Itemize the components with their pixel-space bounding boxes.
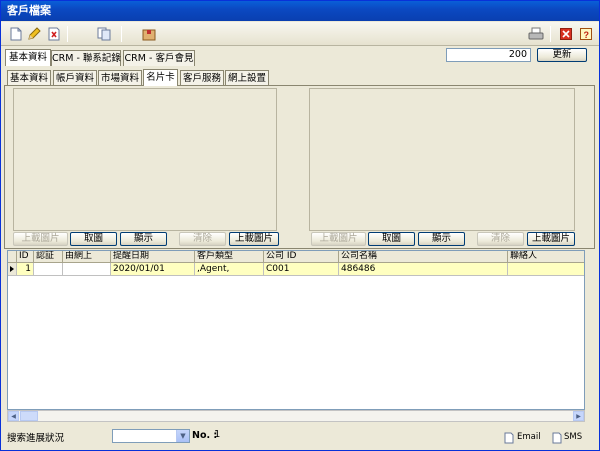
col-header-id[interactable]: ID xyxy=(17,251,34,263)
package-icon[interactable] xyxy=(140,25,158,43)
table-row-online[interactable] xyxy=(63,263,111,276)
search-progress-combo[interactable]: ▼ xyxy=(112,429,190,443)
upload-image-button-right[interactable]: 上載圖片 xyxy=(311,232,366,246)
row-selector-icon[interactable] xyxy=(8,263,17,276)
tab-crm-contact[interactable]: CRM - 聯系記錄 xyxy=(51,50,121,66)
tab-basic-info[interactable]: 基本資料 xyxy=(5,49,51,66)
clear-button-left[interactable]: 清除 xyxy=(179,232,226,246)
col-header-remind-date[interactable]: 提醒日期 xyxy=(111,251,195,263)
table-row-verified[interactable] xyxy=(34,263,63,276)
card-image-left xyxy=(13,88,277,231)
print-icon[interactable] xyxy=(527,25,545,43)
col-header-verified[interactable]: 認証 xyxy=(34,251,63,263)
email-icon[interactable] xyxy=(504,432,514,447)
table-row-id[interactable]: 1 xyxy=(17,263,34,276)
toolbar: ? xyxy=(1,22,599,46)
table-row-remind-date[interactable]: 2020/01/01 xyxy=(111,263,195,276)
title-bar: 客戶檔案 xyxy=(1,1,599,21)
cancel-image-button-left[interactable]: 取圖 xyxy=(70,232,117,246)
horizontal-scrollbar[interactable]: ◀ ▶ xyxy=(7,410,585,422)
upload-image2-button-left[interactable]: 上載圖片 xyxy=(229,232,279,246)
cancel-image-button-right[interactable]: 取圖 xyxy=(368,232,415,246)
subtab-market[interactable]: 市場資料 xyxy=(98,70,142,86)
status-bar: 搜索進展狀況 No. : 1 Email SMS xyxy=(1,425,599,451)
delete-doc-icon[interactable] xyxy=(45,25,63,43)
subtab-online[interactable]: 網上設置 xyxy=(225,70,269,86)
edit-pencil-icon[interactable] xyxy=(25,25,43,43)
show-button-left[interactable]: 顯示 xyxy=(120,232,167,246)
record-number-field[interactable]: 200 xyxy=(446,48,531,62)
col-header-company-name[interactable]: 公司名稱 xyxy=(339,251,508,263)
subtab-business-card[interactable]: 名片卡 xyxy=(143,69,178,86)
col-header-customer-type[interactable]: 客戶類型 xyxy=(195,251,264,263)
close-red-icon[interactable] xyxy=(557,25,575,43)
subtab-basic[interactable]: 基本資料 xyxy=(7,70,51,86)
show-button-right[interactable]: 顯示 xyxy=(418,232,465,246)
update-button[interactable]: 更新 xyxy=(537,48,587,62)
sms-icon[interactable] xyxy=(552,432,562,447)
customer-file-window: 客戶檔案 ? 基本資料 CRM - 聯系記錄 CRM - 客戶會見 200 更新… xyxy=(0,0,600,451)
no-value: 1 xyxy=(214,429,221,440)
scroll-left-icon[interactable]: ◀ xyxy=(8,411,19,421)
email-link[interactable]: Email xyxy=(517,432,541,442)
customer-grid[interactable]: ID 認証 由網上 提醒日期 客戶類型 公司 ID 公司名稱 聯絡人 1 202… xyxy=(7,250,585,410)
clear-button-right[interactable]: 清除 xyxy=(477,232,524,246)
vertical-scrollbar[interactable] xyxy=(585,87,595,410)
svg-text:?: ? xyxy=(584,30,590,40)
table-row-customer-type[interactable]: ,Agent, xyxy=(195,263,264,276)
table-row-company-name[interactable]: 486486 xyxy=(339,263,508,276)
search-progress-label: 搜索進展狀況 xyxy=(7,433,65,444)
scroll-thumb[interactable] xyxy=(20,411,38,421)
row-header-corner xyxy=(8,251,17,263)
sms-link[interactable]: SMS xyxy=(564,432,582,442)
col-header-company-id[interactable]: 公司 ID xyxy=(264,251,339,263)
scroll-right-icon[interactable]: ▶ xyxy=(573,411,584,421)
tab-crm-meeting[interactable]: CRM - 客戶會見 xyxy=(123,50,195,66)
col-header-online[interactable]: 由網上 xyxy=(63,251,111,263)
copy-doc-icon[interactable] xyxy=(95,25,113,43)
col-header-contact[interactable]: 聯絡人 xyxy=(508,251,584,263)
new-doc-icon[interactable] xyxy=(7,25,25,43)
business-card-panel xyxy=(4,85,595,249)
help-icon[interactable]: ? xyxy=(577,25,595,43)
upload-image-button-left[interactable]: 上載圖片 xyxy=(13,232,68,246)
table-row-contact[interactable] xyxy=(508,263,584,276)
card-image-right xyxy=(309,88,575,231)
subtab-service[interactable]: 客戶服務 xyxy=(180,70,224,86)
upload-image2-button-right[interactable]: 上載圖片 xyxy=(527,232,575,246)
chevron-down-icon[interactable]: ▼ xyxy=(176,430,189,442)
subtab-account[interactable]: 帳戶資料 xyxy=(53,70,97,86)
table-row-company-id[interactable]: C001 xyxy=(264,263,339,276)
